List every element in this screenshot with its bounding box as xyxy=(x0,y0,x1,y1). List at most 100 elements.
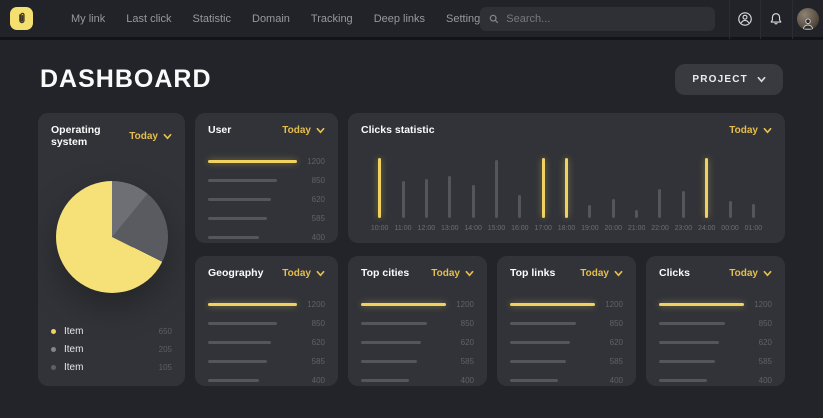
page-header: DASHBOARD PROJECT xyxy=(0,40,823,113)
bar-row: 585 xyxy=(208,356,325,367)
period-dropdown[interactable]: Today xyxy=(282,268,325,279)
chevron-down-icon xyxy=(757,75,766,84)
nav-item-my-link[interactable]: My link xyxy=(71,13,105,25)
chevron-down-icon xyxy=(316,126,325,135)
bar-row: 585 xyxy=(510,356,623,367)
bar xyxy=(208,160,297,163)
bar-row: 620 xyxy=(208,337,325,348)
chart-column: 19:00 xyxy=(578,158,601,232)
chart-bar xyxy=(612,199,615,218)
bar-row: 620 xyxy=(361,337,474,348)
paperclip-icon xyxy=(15,12,28,25)
avatar xyxy=(797,8,819,30)
bar xyxy=(208,236,259,239)
card-title: Clicks xyxy=(659,267,690,279)
profile-button[interactable] xyxy=(792,0,823,39)
bar-value: 620 xyxy=(446,338,474,347)
chart-column: 00:00 xyxy=(718,158,741,232)
nav-item-domain[interactable]: Domain xyxy=(252,13,290,25)
bar-value: 850 xyxy=(297,319,325,328)
legend-row: Item205 xyxy=(51,343,172,355)
chart-tick-label: 10:00 xyxy=(371,225,389,232)
nav-item-setting[interactable]: Setting xyxy=(446,13,480,25)
chart-tick-label: 14:00 xyxy=(464,225,482,232)
search-input[interactable] xyxy=(506,13,706,25)
chart-tick-label: 17:00 xyxy=(534,225,552,232)
chevron-down-icon xyxy=(316,269,325,278)
bar xyxy=(208,217,267,220)
period-dropdown[interactable]: Today xyxy=(580,268,623,279)
bar xyxy=(510,360,566,363)
vertical-bar-chart: 10:0011:0012:0013:0014:0015:0016:0017:00… xyxy=(361,144,772,232)
chart-column: 01:00 xyxy=(742,158,765,232)
card-clicks: Clicks Today 1200850620585400300 xyxy=(646,256,785,386)
bar-row: 620 xyxy=(510,337,623,348)
chart-column: 10:00 xyxy=(368,158,391,232)
project-button[interactable]: PROJECT xyxy=(675,64,783,95)
bar xyxy=(510,322,576,325)
bell-icon xyxy=(768,11,784,27)
bar xyxy=(510,379,558,382)
bar-value: 1200 xyxy=(297,157,325,166)
bar-list: 1200850620585400300 xyxy=(659,299,772,386)
nav-item-statistic[interactable]: Statistic xyxy=(192,13,231,25)
account-button[interactable] xyxy=(729,0,760,39)
bar-value: 585 xyxy=(595,357,623,366)
chart-bar xyxy=(402,181,405,218)
chart-bar xyxy=(658,189,661,218)
legend-row: Item105 xyxy=(51,361,172,373)
bar-value: 585 xyxy=(446,357,474,366)
bar-value: 850 xyxy=(595,319,623,328)
chart-tick-label: 24:00 xyxy=(698,225,716,232)
chevron-down-icon xyxy=(614,269,623,278)
period-dropdown[interactable]: Today xyxy=(129,131,172,142)
bar-value: 400 xyxy=(446,376,474,385)
bar xyxy=(659,341,719,344)
chart-bar xyxy=(752,204,755,218)
period-dropdown[interactable]: Today xyxy=(729,125,772,136)
pie-legend: Item650 Item205 Item105 xyxy=(51,325,172,375)
chevron-down-icon xyxy=(163,132,172,141)
bar xyxy=(361,322,427,325)
period-dropdown[interactable]: Today xyxy=(431,268,474,279)
chart-bar xyxy=(635,210,638,218)
card-top-cities: Top cities Today 1200850620585400300 xyxy=(348,256,487,386)
period-dropdown[interactable]: Today xyxy=(729,268,772,279)
bar-value: 1200 xyxy=(297,300,325,309)
bar-value: 1200 xyxy=(446,300,474,309)
bar xyxy=(208,322,277,325)
chart-column: 14:00 xyxy=(461,158,484,232)
chart-bar xyxy=(425,179,428,218)
nav-item-tracking[interactable]: Tracking xyxy=(311,13,353,25)
card-geography: Geography Today 1200850620585400300 xyxy=(195,256,338,386)
bar xyxy=(361,360,417,363)
logo[interactable] xyxy=(10,7,33,30)
card-user: User Today 1200850620585400300 xyxy=(195,113,338,243)
bar-value: 620 xyxy=(297,338,325,347)
bar-value: 850 xyxy=(297,176,325,185)
page-title: DASHBOARD xyxy=(40,65,212,94)
chart-tick-label: 21:00 xyxy=(628,225,646,232)
bar xyxy=(208,379,259,382)
bar-value: 850 xyxy=(446,319,474,328)
nav-item-last-click[interactable]: Last click xyxy=(126,13,171,25)
period-dropdown[interactable]: Today xyxy=(282,125,325,136)
nav-item-deep-links[interactable]: Deep links xyxy=(374,13,425,25)
chart-column: 18:00 xyxy=(555,158,578,232)
bar-row: 400 xyxy=(659,375,772,386)
bar-value: 1200 xyxy=(595,300,623,309)
bar-list: 1200850620585400300 xyxy=(510,299,623,386)
chart-tick-label: 13:00 xyxy=(441,225,459,232)
bar xyxy=(659,379,707,382)
legend-value: 650 xyxy=(159,327,172,336)
chart-bar xyxy=(588,205,591,218)
bar-value: 620 xyxy=(297,195,325,204)
legend-dot-icon xyxy=(51,329,56,334)
bar xyxy=(208,341,271,344)
chart-column: 11:00 xyxy=(391,158,414,232)
legend-value: 205 xyxy=(159,345,172,354)
notifications-button[interactable] xyxy=(760,0,791,39)
bar-value: 585 xyxy=(297,357,325,366)
legend-row: Item650 xyxy=(51,325,172,337)
bar xyxy=(361,303,446,306)
